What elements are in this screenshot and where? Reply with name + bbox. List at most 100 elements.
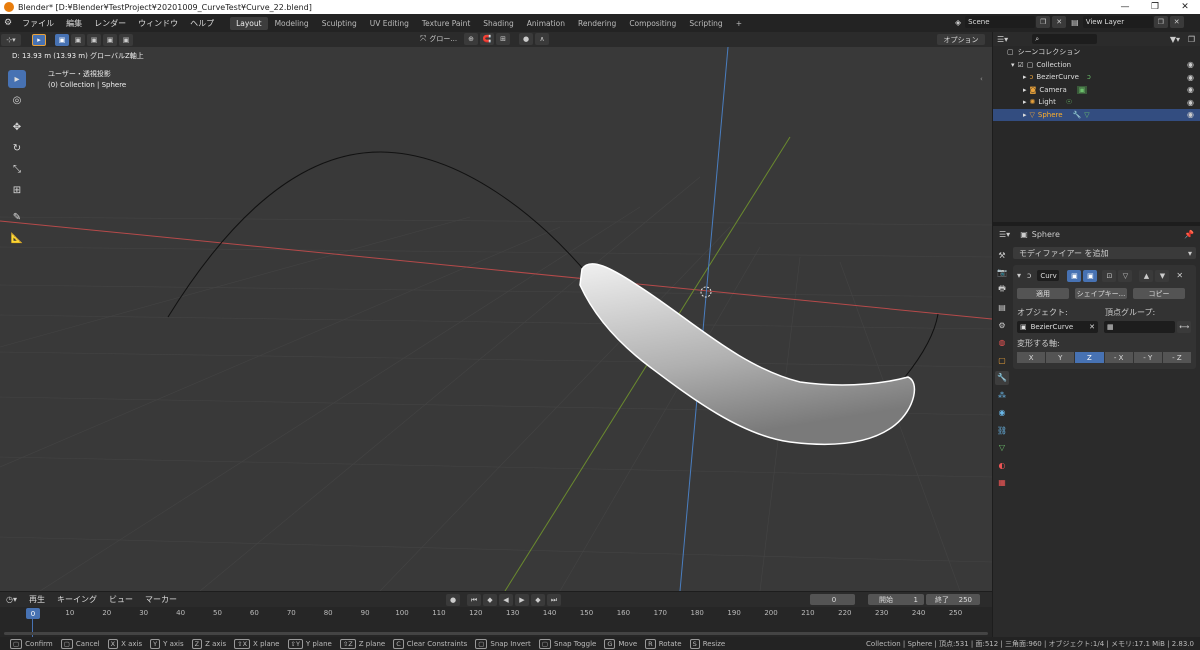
measure-tool[interactable]: 📐 bbox=[8, 229, 26, 247]
tab-compositing[interactable]: Compositing bbox=[623, 17, 682, 30]
viewport-canvas[interactable] bbox=[0, 47, 992, 591]
select-box-tool[interactable]: ▸ bbox=[8, 70, 26, 88]
texture-tab-icon[interactable]: ▦ bbox=[995, 476, 1009, 490]
menu-edit[interactable]: 編集 bbox=[60, 18, 88, 29]
scene-field[interactable]: Scene bbox=[965, 16, 1036, 28]
tab-texture-paint[interactable]: Texture Paint bbox=[416, 17, 476, 30]
start-frame-field[interactable]: 開始 1 bbox=[868, 594, 924, 605]
rotate-tool[interactable]: ↻ bbox=[8, 139, 26, 157]
properties-editor-icon[interactable]: ☰▾ bbox=[999, 230, 1010, 239]
scene-collection-row[interactable]: ▢ シーンコレクション bbox=[993, 46, 1200, 59]
expand-arrow-icon[interactable]: ▸ bbox=[1023, 73, 1027, 81]
select-mode-new-icon[interactable]: ▣ bbox=[55, 33, 69, 46]
remove-modifier-icon[interactable]: ✕ bbox=[1176, 271, 1183, 280]
expand-arrow-icon[interactable]: ▸ bbox=[1023, 98, 1027, 106]
axis-z-button[interactable]: Z bbox=[1075, 352, 1104, 363]
material-tab-icon[interactable]: ◐ bbox=[995, 458, 1009, 472]
jump-keyframe-back-icon[interactable]: ◆ bbox=[483, 594, 497, 606]
outliner-item-sphere[interactable]: ▸ ▽ Sphere 🔧 ▽ ◉ bbox=[993, 108, 1200, 121]
expand-arrow-icon[interactable]: ▸ bbox=[1023, 86, 1027, 94]
curve-data-icon[interactable]: ↄ bbox=[1087, 73, 1091, 81]
minimize-button[interactable]: — bbox=[1110, 0, 1140, 14]
move-up-icon[interactable]: ▲ bbox=[1139, 269, 1154, 282]
editmode-toggle-icon[interactable]: ⊡ bbox=[1102, 269, 1117, 282]
physics-tab-icon[interactable]: ◉ bbox=[995, 406, 1009, 420]
axis-neg-y-button[interactable]: - Y bbox=[1133, 352, 1162, 363]
falloff-icon[interactable]: ∧ bbox=[535, 33, 550, 45]
jump-start-icon[interactable]: ⏮ bbox=[467, 594, 481, 606]
pin-icon[interactable]: 📌 bbox=[1184, 230, 1194, 239]
new-collection-icon[interactable]: ❐ bbox=[1188, 35, 1195, 44]
render-tab-icon[interactable]: 📷 bbox=[995, 266, 1009, 280]
tab-shading[interactable]: Shading bbox=[477, 17, 519, 30]
output-tab-icon[interactable]: 🖶 bbox=[995, 283, 1009, 297]
end-frame-field[interactable]: 終了 250 bbox=[926, 594, 980, 605]
transform-tool[interactable]: ⊞ bbox=[8, 181, 26, 199]
tab-modeling[interactable]: Modeling bbox=[269, 17, 315, 30]
collapse-arrow-icon[interactable]: ▾ bbox=[1017, 271, 1021, 280]
constraints-tab-icon[interactable]: ⛓ bbox=[995, 423, 1009, 437]
realtime-toggle-icon[interactable]: ▣ bbox=[1067, 269, 1082, 282]
move-down-icon[interactable]: ▼ bbox=[1155, 269, 1170, 282]
world-tab-icon[interactable]: ◍ bbox=[995, 336, 1009, 350]
invert-vertex-group-icon[interactable]: ⟷ bbox=[1177, 321, 1191, 333]
timeline-area[interactable]: 0 10 20 30 40 50 60 70 80 90 100 110 120 130 140 150 160… bbox=[0, 607, 992, 637]
play-reverse-icon[interactable]: ◀ bbox=[499, 594, 513, 606]
checkbox-icon[interactable]: ☑ bbox=[1018, 61, 1024, 69]
particles-tab-icon[interactable]: ⁂ bbox=[995, 388, 1009, 402]
timeline-menu-playback[interactable]: 再生 bbox=[23, 594, 51, 605]
maximize-button[interactable]: ❐ bbox=[1140, 0, 1170, 14]
object-tab-icon[interactable]: ▢ bbox=[995, 353, 1009, 367]
tool-select-icon[interactable]: ▸ bbox=[32, 33, 46, 46]
tool-settings-tab-icon[interactable]: ⚒ bbox=[995, 248, 1009, 262]
axis-neg-x-button[interactable]: - X bbox=[1104, 352, 1133, 363]
light-data-icon[interactable]: ☉ bbox=[1066, 98, 1072, 106]
sphere-deformed-mesh[interactable] bbox=[579, 263, 916, 446]
snap-icon[interactable]: 🧲 bbox=[480, 33, 495, 45]
modifier-wrench-icon[interactable]: 🔧 bbox=[1073, 111, 1082, 119]
timeline-editor-icon[interactable]: ◷▾ bbox=[6, 595, 17, 604]
mesh-data-icon[interactable]: ▽ bbox=[1084, 111, 1089, 119]
close-button[interactable]: ✕ bbox=[1170, 0, 1200, 14]
jump-keyframe-forward-icon[interactable]: ◆ bbox=[531, 594, 545, 606]
render-toggle-icon[interactable]: ▣ bbox=[1083, 269, 1098, 282]
tab-uv-editing[interactable]: UV Editing bbox=[364, 17, 415, 30]
new-scene-icon[interactable]: ❐ bbox=[1036, 16, 1051, 28]
camera-data-icon[interactable]: ▣ bbox=[1076, 85, 1088, 94]
select-mode-subtract-icon[interactable]: ▣ bbox=[87, 33, 101, 46]
options-dropdown[interactable]: オプション bbox=[937, 34, 985, 45]
object-field[interactable]: ▣ BezierCurve ✕ bbox=[1017, 321, 1099, 333]
add-workspace-button[interactable]: + bbox=[730, 17, 748, 30]
playhead[interactable]: 0 bbox=[26, 608, 40, 619]
delete-scene-icon[interactable]: ✕ bbox=[1052, 16, 1067, 28]
record-icon[interactable]: ● bbox=[446, 594, 460, 606]
axis-y-button[interactable]: Y bbox=[1046, 352, 1075, 363]
proportional-edit-icon[interactable]: ● bbox=[519, 33, 534, 45]
tab-animation[interactable]: Animation bbox=[521, 17, 571, 30]
data-tab-icon[interactable]: ▽ bbox=[995, 441, 1009, 455]
eye-icon[interactable]: ◉ bbox=[1187, 73, 1194, 82]
modifier-tab-icon[interactable]: 🔧 bbox=[995, 370, 1009, 385]
bezier-curve[interactable] bbox=[167, 151, 939, 378]
pivot-point-icon[interactable]: ⊕ bbox=[464, 33, 479, 45]
play-icon[interactable]: ▶ bbox=[515, 594, 529, 606]
3d-viewport[interactable]: D: 13.93 m (13.93 m) グローバルZ軸上 ユーザー・透視投影 … bbox=[0, 47, 992, 591]
blender-menu-icon[interactable]: ⚙ bbox=[4, 18, 12, 28]
editor-type-icon[interactable]: ⊹▾ bbox=[1, 33, 21, 46]
tab-sculpting[interactable]: Sculpting bbox=[316, 17, 363, 30]
expand-arrow-icon[interactable]: ▾ bbox=[1011, 61, 1015, 69]
annotate-tool[interactable]: ✎ bbox=[8, 208, 26, 226]
filter-icon[interactable]: ▼▾ bbox=[1170, 35, 1180, 44]
tab-rendering[interactable]: Rendering bbox=[572, 17, 622, 30]
current-frame-field[interactable]: 0 bbox=[810, 594, 855, 605]
copy-button[interactable]: コピー bbox=[1133, 288, 1185, 299]
jump-end-icon[interactable]: ⏭ bbox=[547, 594, 561, 606]
outliner-item-beziercurve[interactable]: ▸ ↄ BezierCurve ↄ ◉ bbox=[993, 71, 1200, 84]
new-view-layer-icon[interactable]: ❐ bbox=[1153, 16, 1168, 28]
snap-target-icon[interactable]: ⊞ bbox=[496, 33, 511, 45]
expand-arrow-icon[interactable]: ▸ bbox=[1023, 111, 1027, 119]
menu-help[interactable]: ヘルプ bbox=[184, 18, 220, 29]
axis-neg-z-button[interactable]: - Z bbox=[1162, 352, 1192, 363]
apply-button[interactable]: 適用 bbox=[1017, 288, 1069, 299]
viewport-collapse-arrow-icon[interactable]: ‹ bbox=[980, 75, 983, 83]
